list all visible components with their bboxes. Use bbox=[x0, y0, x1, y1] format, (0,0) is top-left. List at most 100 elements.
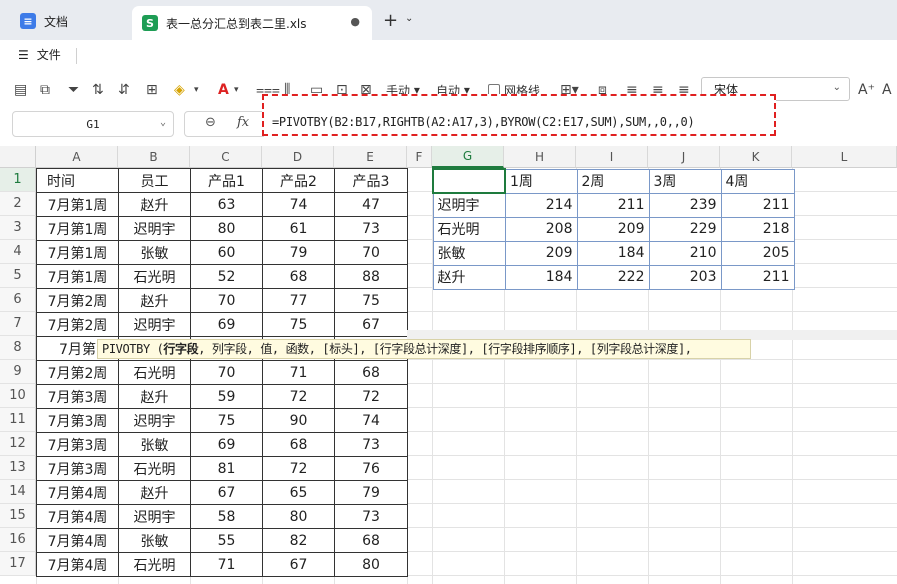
new-tab-icon[interactable]: + bbox=[383, 10, 398, 31]
table-cell[interactable]: 68 bbox=[262, 432, 335, 457]
chevron-down-icon[interactable]: ⌄ bbox=[405, 13, 413, 24]
paste-values-icon[interactable]: ▤ bbox=[14, 79, 27, 101]
pivot-value-cell[interactable]: 214 bbox=[504, 192, 578, 218]
table-cell[interactable]: 74 bbox=[334, 408, 408, 433]
pivot-header-cell[interactable]: 1周 bbox=[504, 168, 578, 194]
table-cell[interactable]: 7月第3周 bbox=[36, 384, 119, 409]
table-cell[interactable]: 石光明 bbox=[118, 264, 191, 289]
table-cell[interactable]: 61 bbox=[262, 216, 335, 241]
pivot-value-cell[interactable]: 209 bbox=[504, 240, 578, 266]
table-cell[interactable]: 88 bbox=[334, 264, 408, 289]
table-cell[interactable]: 7月第3周 bbox=[36, 432, 119, 457]
table-cell[interactable]: 75 bbox=[334, 288, 408, 313]
pivot-value-cell[interactable]: 184 bbox=[504, 264, 578, 290]
table-cell[interactable]: 迟明宇 bbox=[118, 216, 191, 241]
pivot-row-label[interactable]: 迟明宇 bbox=[432, 192, 506, 218]
format-painter-icon[interactable]: ⧉ bbox=[40, 79, 50, 101]
pivot-row-label[interactable]: 张敏 bbox=[432, 240, 506, 266]
table-cell[interactable]: 张敏 bbox=[118, 240, 191, 265]
pivot-value-cell[interactable]: 211 bbox=[576, 192, 650, 218]
table-cell[interactable]: 迟明宇 bbox=[118, 504, 191, 529]
table-cell[interactable]: 石光明 bbox=[118, 552, 191, 577]
table-cell[interactable]: 赵升 bbox=[118, 192, 191, 217]
pivot-value-cell[interactable]: 208 bbox=[504, 216, 578, 242]
sum-sort-icon[interactable]: ⇵ bbox=[118, 79, 130, 101]
table-cell[interactable]: 76 bbox=[334, 456, 408, 481]
table-cell[interactable]: 72 bbox=[262, 456, 335, 481]
pivot-value-cell[interactable]: 203 bbox=[648, 264, 722, 290]
table-header-cell[interactable]: 产品3 bbox=[334, 168, 408, 193]
pivot-header-cell[interactable]: 4周 bbox=[720, 168, 795, 194]
file-menu-button[interactable]: ☰ 文件 bbox=[18, 46, 61, 63]
table-cell[interactable]: 7月第1周 bbox=[36, 240, 119, 265]
table-cell[interactable]: 7月第2周 bbox=[36, 288, 119, 313]
pivot-value-cell[interactable]: 210 bbox=[648, 240, 722, 266]
table-cell[interactable]: 77 bbox=[262, 288, 335, 313]
tab-file[interactable]: S 表一总分汇总到表二里.xls ● bbox=[132, 6, 372, 40]
font-color-dropdown-icon[interactable]: ▾ bbox=[234, 79, 239, 101]
table-cell[interactable]: 68 bbox=[334, 528, 408, 553]
pivot-value-cell[interactable]: 211 bbox=[720, 264, 795, 290]
table-cell[interactable]: 7月第1周 bbox=[36, 264, 119, 289]
pivot-header-cell[interactable]: 2周 bbox=[576, 168, 650, 194]
table-cell[interactable]: 59 bbox=[190, 384, 263, 409]
table-cell[interactable]: 71 bbox=[190, 552, 263, 577]
table-cell[interactable]: 81 bbox=[190, 456, 263, 481]
table-cell[interactable]: 7月第2周 bbox=[36, 312, 119, 337]
pivot-value-cell[interactable]: 218 bbox=[720, 216, 795, 242]
pivot-header-cell[interactable]: 3周 bbox=[648, 168, 722, 194]
table-header-cell[interactable]: 时间 bbox=[36, 168, 119, 193]
tab-close-icon[interactable]: ● bbox=[350, 15, 360, 28]
table-cell[interactable]: 7月第1周 bbox=[36, 192, 119, 217]
pivot-value-cell[interactable]: 184 bbox=[576, 240, 650, 266]
table-header-cell[interactable]: 员工 bbox=[118, 168, 191, 193]
table-cell[interactable]: 58 bbox=[190, 504, 263, 529]
table-cell[interactable]: 70 bbox=[190, 288, 263, 313]
table-cell[interactable]: 7月第4周 bbox=[36, 480, 119, 505]
table-cell[interactable]: 67 bbox=[262, 552, 335, 577]
pivot-corner-cell[interactable] bbox=[432, 168, 506, 194]
table-cell[interactable]: 68 bbox=[334, 360, 408, 385]
table-cell[interactable]: 63 bbox=[190, 192, 263, 217]
table-cell[interactable]: 79 bbox=[334, 480, 408, 505]
table-cell[interactable]: 47 bbox=[334, 192, 408, 217]
pivot-row-label[interactable]: 赵升 bbox=[432, 264, 506, 290]
name-box[interactable]: G1 ⌄ bbox=[12, 111, 174, 137]
table-cell[interactable]: 7月第3周 bbox=[36, 456, 119, 481]
table-header-cell[interactable]: 产品1 bbox=[190, 168, 263, 193]
table-cell[interactable]: 石光明 bbox=[118, 456, 191, 481]
table-cell[interactable]: 80 bbox=[262, 504, 335, 529]
pivot-value-cell[interactable]: 211 bbox=[720, 192, 795, 218]
font-color-icon[interactable]: A bbox=[218, 79, 229, 101]
table-header-cell[interactable]: 产品2 bbox=[262, 168, 335, 193]
table-cell[interactable]: 石光明 bbox=[118, 360, 191, 385]
table-cell[interactable]: 69 bbox=[190, 432, 263, 457]
table-cell[interactable]: 7月第3周 bbox=[36, 408, 119, 433]
table-cell[interactable]: 7月第2周 bbox=[36, 360, 119, 385]
table-cell[interactable]: 55 bbox=[190, 528, 263, 553]
table-cell[interactable]: 71 bbox=[262, 360, 335, 385]
table-cell[interactable]: 75 bbox=[262, 312, 335, 337]
table-cell[interactable]: 张敏 bbox=[118, 528, 191, 553]
table-cell[interactable]: 73 bbox=[334, 216, 408, 241]
table-cell[interactable]: 65 bbox=[262, 480, 335, 505]
formula-input[interactable]: =PIVOTBY(B2:B17,RIGHTB(A2:A17,3),BYROW(C… bbox=[262, 94, 776, 136]
pivot-value-cell[interactable]: 205 bbox=[720, 240, 795, 266]
table-cell[interactable]: 67 bbox=[190, 480, 263, 505]
table-cell[interactable]: 60 bbox=[190, 240, 263, 265]
pivot-row-label[interactable]: 石光明 bbox=[432, 216, 506, 242]
table-cell[interactable]: 90 bbox=[262, 408, 335, 433]
table-cell[interactable]: 72 bbox=[334, 384, 408, 409]
pivot-value-cell[interactable]: 222 bbox=[576, 264, 650, 290]
table-cell[interactable]: 7月第1周 bbox=[36, 216, 119, 241]
table-cell[interactable]: 赵升 bbox=[118, 288, 191, 313]
table-cell[interactable]: 68 bbox=[262, 264, 335, 289]
table-cell[interactable]: 迟明宇 bbox=[118, 408, 191, 433]
table-cell[interactable]: 74 bbox=[262, 192, 335, 217]
table-cell[interactable]: 7月第4周 bbox=[36, 528, 119, 553]
table-cell[interactable]: 迟明宇 bbox=[118, 312, 191, 337]
table-cell[interactable]: 82 bbox=[262, 528, 335, 553]
border-icon[interactable]: ⊞ bbox=[146, 79, 158, 101]
fill-dropdown-icon[interactable]: ▾ bbox=[194, 79, 199, 101]
table-cell[interactable]: 73 bbox=[334, 504, 408, 529]
